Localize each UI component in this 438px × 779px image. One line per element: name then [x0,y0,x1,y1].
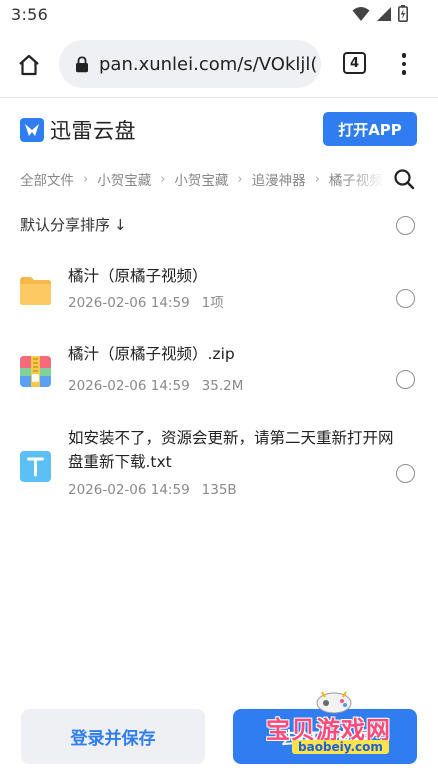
battery-charging-icon [398,5,408,22]
home-icon [19,54,39,76]
url-text: pan.xunlei.com/s/VOkljl( [99,53,318,75]
login-and-save-button[interactable]: 登录并保存 [21,709,205,764]
sort-selector[interactable]: 默认分享排序 ↓ [20,214,127,235]
chevron-right-icon: › [237,171,243,187]
chevron-right-icon: › [83,171,89,187]
file-size: 135B [201,482,237,498]
breadcrumb-item[interactable]: 全部文件 [20,169,74,189]
file-size: 35.2M [201,378,244,394]
file-date: 2026-02-06 14:59 [68,378,190,394]
chevron-right-icon: › [314,171,320,187]
app-name: 迅雷云盘 [50,119,136,143]
file-name: 如安装不了，资源会更新，请第二天重新打开网盘重新下载.txt [68,429,394,471]
xunlei-bird-icon [20,118,44,142]
app-header: 迅雷云盘 打开APP [0,99,438,159]
file-meta: 2026-02-06 14:59 35.2M [68,378,243,394]
breadcrumb-item[interactable]: 小贺宝藏 [174,169,228,189]
status-bar: 3:56 [0,0,438,30]
file-meta: 2026-02-06 14:59 1项 [68,291,224,311]
lock-icon [75,55,89,73]
file-date: 2026-02-06 14:59 [68,482,190,498]
list-item[interactable]: 橘汁（原橘子视频） 2026-02-06 14:59 1项 [0,260,438,320]
item-checkbox[interactable] [396,289,415,308]
file-size: 1项 [201,295,224,311]
wifi-icon [352,6,370,21]
file-name: 橘汁（原橘子视频） [68,267,208,285]
breadcrumb-item[interactable]: 小贺宝藏 [97,169,151,189]
text-file-icon [20,451,51,482]
file-name: 橘汁（原橘子视频）.zip [68,345,235,363]
list-item[interactable]: 如安装不了，资源会更新，请第二天重新打开网盘重新下载.txt 2026-02-0… [0,424,438,504]
zip-file-icon [20,356,51,387]
search-icon [394,169,415,190]
status-time: 3:56 [11,5,49,24]
folder-icon [20,277,51,305]
breadcrumb-fade [345,166,385,192]
search-button[interactable] [393,168,415,190]
view-in-app-button[interactable]: 去APP查看 [233,709,417,764]
item-checkbox[interactable] [396,370,415,389]
open-app-button[interactable]: 打开APP [323,112,417,146]
tab-switcher-button[interactable]: 4 [343,52,366,74]
breadcrumb: 全部文件 › 小贺宝藏 › 小贺宝藏 › 追漫神器 › 橘子视频 [20,168,385,190]
sort-arrow-icon: ↓ [114,215,127,234]
address-bar[interactable]: pan.xunlei.com/s/VOkljl( [59,40,321,88]
file-meta: 2026-02-06 14:59 135B [68,482,237,498]
list-item[interactable]: 橘汁（原橘子视频）.zip 2026-02-06 14:59 35.2M [0,340,438,400]
app-logo: 迅雷云盘 [20,115,136,145]
select-all-checkbox[interactable] [396,216,415,235]
more-vert-icon [401,53,407,58]
home-button[interactable] [14,50,44,80]
more-menu-button[interactable] [393,50,415,78]
status-icons [352,5,408,22]
sort-label: 默认分享排序 [20,216,111,234]
file-date: 2026-02-06 14:59 [68,295,190,311]
item-checkbox[interactable] [396,464,415,483]
signal-icon [377,6,391,21]
browser-toolbar: pan.xunlei.com/s/VOkljl( 4 [0,30,438,98]
breadcrumb-item[interactable]: 追漫神器 [252,169,306,189]
chevron-right-icon: › [160,171,166,187]
